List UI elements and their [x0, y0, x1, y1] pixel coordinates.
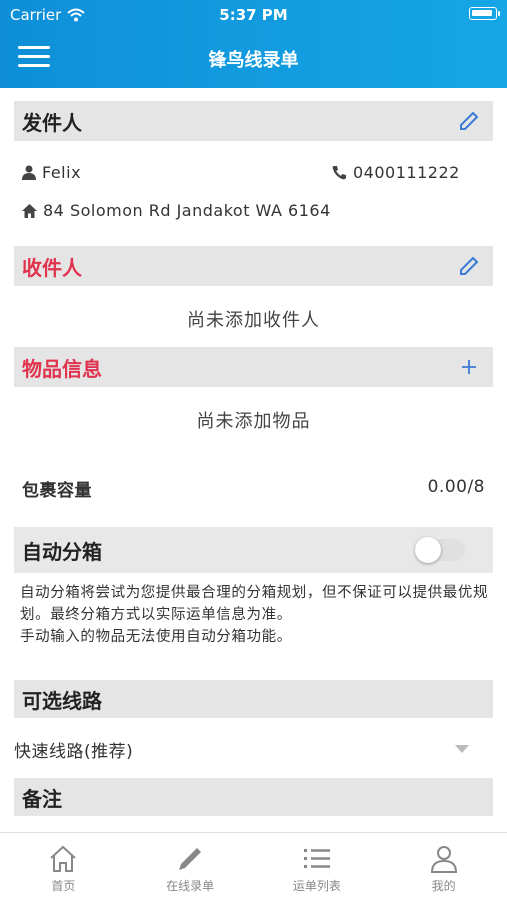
items-empty-text[interactable]: 尚未添加物品	[0, 407, 507, 433]
tab-online-entry[interactable]: 在线录单	[127, 833, 254, 900]
list-icon	[303, 849, 330, 868]
sender-phone: 0400111222	[353, 163, 460, 182]
sender-name: Felix	[42, 163, 82, 182]
tab-waybill-list[interactable]: 运单列表	[254, 833, 381, 900]
auto-box-desc-line1: 自动分箱将尝试为您提供最合理的分箱规划，但不保证可以提供最优规划。最终分箱方式以…	[20, 585, 489, 623]
auto-box-desc-line2: 手动输入的物品无法使用自动分箱功能。	[20, 629, 292, 645]
chevron-down-icon	[455, 745, 469, 753]
sender-phone-row: 0400111222	[332, 163, 460, 182]
route-section-header: 可选线路	[14, 680, 493, 718]
add-item-icon[interactable]	[457, 355, 481, 379]
route-selected-value: 快速线路(推荐)	[14, 742, 134, 762]
user-icon	[430, 846, 457, 873]
edit-sender-icon[interactable]	[457, 109, 481, 133]
tab-bar: 首页 在线录单 运单列表 我的	[0, 832, 507, 900]
home-icon	[22, 203, 37, 218]
route-section-title: 可选线路	[22, 688, 102, 713]
receiver-empty-text[interactable]: 尚未添加收件人	[0, 306, 507, 332]
app-header: Carrier 5:37 PM 锋鸟线录单	[0, 0, 507, 88]
person-icon	[22, 165, 36, 180]
tab-home[interactable]: 首页	[0, 833, 127, 900]
tab-mine-label: 我的	[431, 879, 456, 893]
items-section-title: 物品信息	[22, 356, 102, 381]
tab-home-label: 首页	[51, 879, 76, 893]
auto-box-label: 自动分箱	[22, 539, 102, 564]
sender-section-title: 发件人	[22, 110, 82, 135]
auto-box-toggle[interactable]	[415, 537, 465, 563]
route-select[interactable]: 快速线路(推荐)	[14, 737, 493, 762]
items-section-header: 物品信息	[14, 347, 493, 387]
sender-address-row: 84 Solomon Rd Jandakot WA 6164	[22, 201, 331, 220]
package-capacity-value: 0.00/8	[427, 477, 485, 497]
sender-section-header: 发件人	[14, 101, 493, 141]
battery-icon	[469, 7, 500, 20]
tab-online-entry-label: 在线录单	[166, 879, 215, 893]
remark-section-title: 备注	[22, 786, 62, 811]
remark-section-header: 备注	[14, 778, 493, 816]
status-bar: Carrier 5:37 PM	[0, 4, 507, 26]
receiver-section-title: 收件人	[22, 255, 82, 280]
pencil-icon	[179, 848, 202, 870]
edit-receiver-icon[interactable]	[457, 254, 481, 278]
receiver-section-header: 收件人	[14, 246, 493, 286]
sender-name-row: Felix	[22, 163, 81, 182]
status-time: 5:37 PM	[219, 6, 288, 24]
package-capacity-label: 包裹容量	[22, 481, 92, 501]
phone-icon	[332, 166, 346, 180]
tab-mine[interactable]: 我的	[380, 833, 507, 900]
page-title: 锋鸟线录单	[208, 50, 299, 71]
home-icon	[50, 845, 77, 872]
tab-waybill-list-label: 运单列表	[292, 879, 341, 893]
auto-box-section: 自动分箱	[14, 527, 493, 573]
sender-address: 84 Solomon Rd Jandakot WA 6164	[43, 201, 331, 220]
auto-box-description: 自动分箱将尝试为您提供最合理的分箱规划，但不保证可以提供最优规划。最终分箱方式以…	[20, 582, 492, 648]
